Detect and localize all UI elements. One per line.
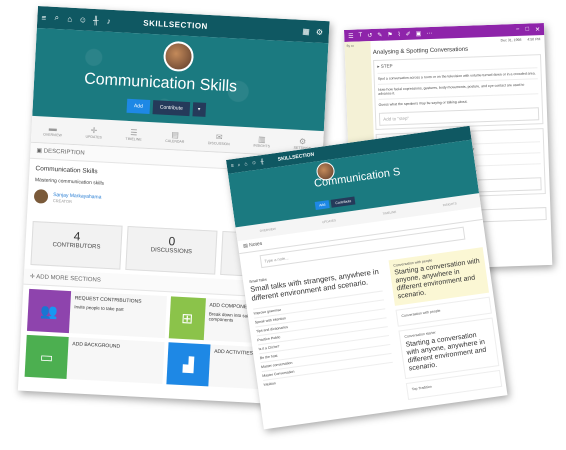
text-icon[interactable]: T bbox=[358, 32, 362, 38]
creator-avatar bbox=[33, 189, 49, 204]
image-icon: ▭ bbox=[24, 334, 69, 380]
maximize-icon[interactable]: □ bbox=[525, 26, 529, 33]
tab-updates[interactable]: ✛ UPDATES bbox=[85, 125, 102, 139]
flag-icon[interactable]: ⚑ bbox=[387, 31, 393, 38]
timeline-icon: ☰ bbox=[130, 127, 138, 137]
insights-icon: ▥ bbox=[257, 134, 267, 144]
chart-icon[interactable]: ╫ bbox=[89, 15, 102, 25]
hierarchy-icon: ⊞ bbox=[168, 296, 206, 341]
app-title: SKILLSECTION bbox=[143, 18, 209, 31]
add-button[interactable]: Add bbox=[126, 98, 151, 114]
contribute-button[interactable]: Contribute bbox=[330, 196, 356, 208]
list-icon[interactable]: ☰ bbox=[348, 32, 354, 39]
image-icon[interactable]: ▣ bbox=[416, 30, 422, 37]
note-card[interactable]: Conversation with people Starting a conv… bbox=[388, 247, 490, 307]
brush-icon[interactable]: ✐ bbox=[406, 30, 411, 37]
tab-overview[interactable]: OVERVIEW bbox=[259, 227, 276, 233]
contribute-button[interactable]: Contribute bbox=[152, 100, 191, 117]
calendar-icon: ▤ bbox=[171, 129, 180, 140]
settings-icon[interactable]: ⚙ bbox=[316, 27, 324, 36]
home-icon[interactable]: ⌂ bbox=[63, 14, 76, 24]
more-icon[interactable]: ⋯ bbox=[426, 29, 432, 36]
add-background-tile[interactable]: ▭ ADD BACKGROUND bbox=[24, 334, 165, 385]
stat-contributors[interactable]: 4 CONTRIBUTORS bbox=[30, 221, 123, 270]
users-icon: 👥 bbox=[26, 288, 72, 334]
bell-icon[interactable]: ♪ bbox=[102, 16, 115, 26]
overview-icon: ▬ bbox=[48, 123, 58, 133]
tab-insights[interactable]: ▥ INSIGHTS bbox=[253, 134, 270, 148]
home-icon[interactable]: ⌂ bbox=[244, 161, 248, 167]
notes-right-column: Conversation with people Starting a conv… bbox=[384, 243, 507, 409]
discussion-icon: ✉ bbox=[215, 131, 223, 142]
undo-icon[interactable]: ↺ bbox=[367, 32, 372, 39]
chart-icon[interactable]: ╫ bbox=[260, 159, 264, 165]
minimize-icon[interactable]: − bbox=[516, 26, 520, 33]
skill-title: Communication Skills bbox=[83, 70, 238, 96]
search-icon[interactable]: ⌕ bbox=[50, 13, 64, 24]
tab-timeline[interactable]: TIMELINE bbox=[382, 210, 396, 216]
note-card[interactable]: Conversation starter Starting a conversa… bbox=[398, 317, 500, 380]
time-field[interactable]: 4:50 PM bbox=[527, 37, 540, 41]
add-button[interactable]: Add bbox=[314, 200, 330, 210]
attach-icon[interactable]: ⌇ bbox=[398, 31, 401, 38]
tab-timeline[interactable]: ☰ TIMELINE bbox=[125, 127, 142, 142]
edit-icon[interactable]: ✎ bbox=[377, 31, 382, 38]
tab-calendar[interactable]: ▤ CALENDAR bbox=[165, 129, 185, 144]
request-contributions-tile[interactable]: 👥 REQUEST CONTRIBUTIONS Invite people to … bbox=[26, 288, 167, 339]
close-icon[interactable]: ✕ bbox=[535, 26, 540, 33]
more-dropdown-button[interactable]: ▾ bbox=[192, 102, 206, 117]
stat-discussions[interactable]: 0 DISCUSSIONS bbox=[125, 225, 218, 275]
settings-icon: ⚙ bbox=[298, 136, 307, 146]
notes-list: Improve grammar Speak with intention Tip… bbox=[252, 290, 395, 390]
updates-icon: ✛ bbox=[90, 125, 98, 135]
skill-avatar bbox=[162, 40, 195, 73]
notes-page-window: ≡ ⌕ ⌂ ☺ ╫ SKILLSECTION Communication S A… bbox=[226, 125, 508, 430]
activity-icon: ▟ bbox=[166, 342, 211, 387]
search-icon[interactable]: ⌕ bbox=[237, 162, 241, 168]
notes-left-column: Small Talks Small talks with strangers, … bbox=[242, 257, 405, 429]
people-icon[interactable]: ☺ bbox=[251, 160, 257, 167]
skill-hero: Communication Skills Add Contribute ▾ bbox=[32, 27, 329, 132]
add-step-input[interactable]: Add to "step" bbox=[378, 107, 540, 126]
app-title: SKILLSECTION bbox=[277, 151, 315, 163]
step-section: ▸ STEP Spot a conversation across a room… bbox=[373, 54, 544, 130]
tab-insights[interactable]: INSIGHTS bbox=[442, 201, 457, 207]
tab-updates[interactable]: UPDATES bbox=[322, 218, 336, 224]
date-field[interactable]: Dec 31, 1998 bbox=[501, 38, 522, 43]
tab-discussion[interactable]: ✉ DISCUSSION bbox=[208, 132, 230, 146]
people-icon[interactable]: ☺ bbox=[76, 15, 89, 25]
menu-icon[interactable]: ≡ bbox=[37, 12, 50, 22]
menu-icon[interactable]: ≡ bbox=[231, 163, 235, 169]
grid-icon[interactable]: ▦ bbox=[302, 26, 310, 35]
tab-overview[interactable]: ▬ OVERVIEW bbox=[43, 123, 62, 137]
